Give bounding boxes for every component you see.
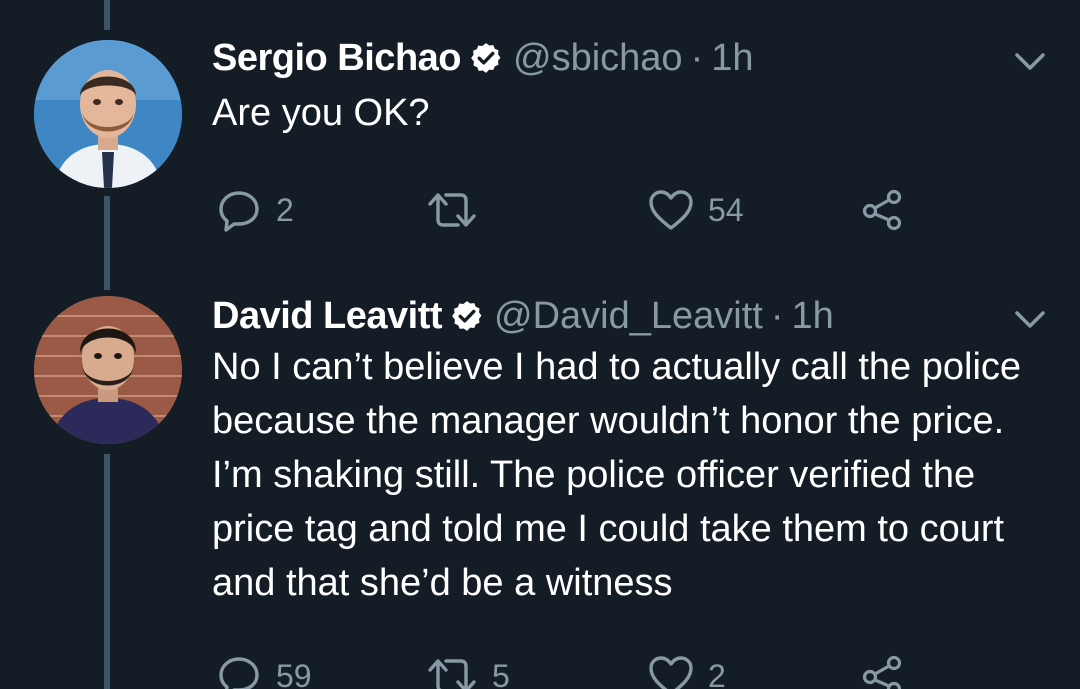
display-name[interactable]: Sergio Bichao [212, 37, 462, 80]
timeline: Sergio Bichao @sbichao · 1h Are you OK? … [0, 0, 1080, 689]
retweet-count: 5 [492, 657, 510, 689]
tweet-text: Are you OK? [212, 92, 430, 134]
like-count: 2 [708, 657, 726, 689]
chevron-down-icon[interactable] [1014, 52, 1046, 72]
like-button[interactable]: 2 [648, 652, 726, 689]
user-handle[interactable]: @David_Leavitt [494, 295, 763, 338]
heart-icon [649, 656, 693, 689]
verified-badge-icon [469, 41, 503, 75]
share-button[interactable] [860, 652, 906, 689]
like-count: 54 [708, 191, 744, 228]
reply-button[interactable]: 2 [216, 186, 294, 234]
reply-button[interactable]: 59 [216, 652, 312, 689]
verified-badge-icon [450, 299, 484, 333]
timestamp[interactable]: 1h [711, 37, 753, 80]
retweet-button[interactable]: 5 [426, 652, 510, 689]
speech-bubble-icon [219, 657, 259, 689]
user-handle[interactable]: @sbichao [513, 37, 683, 80]
reply-count: 59 [276, 657, 312, 689]
avatar[interactable] [34, 40, 182, 188]
retweet-arrows-icon [428, 193, 476, 227]
display-name[interactable]: David Leavitt [212, 295, 443, 338]
tweet-header: Sergio Bichao @sbichao · 1h [212, 36, 754, 80]
avatar[interactable] [34, 296, 182, 444]
chevron-down-icon[interactable] [1014, 310, 1046, 330]
share-nodes-icon [862, 655, 902, 689]
separator-dot: · [690, 36, 704, 79]
speech-bubble-icon [219, 191, 259, 232]
tweet[interactable]: Sergio Bichao @sbichao · 1h Are you OK? … [0, 0, 1080, 260]
tweet-header: David Leavitt @David_Leavitt · 1h [212, 294, 834, 338]
reply-count: 2 [276, 191, 294, 228]
retweet-button[interactable] [426, 186, 492, 234]
share-button[interactable] [860, 186, 906, 234]
tweet[interactable]: David Leavitt @David_Leavitt · 1h No I c… [0, 260, 1080, 689]
heart-icon [649, 190, 693, 230]
share-nodes-icon [862, 189, 902, 231]
tweet-actions: 59 5 2 [212, 652, 972, 689]
tweet-text: No I can’t believe I had to actually cal… [212, 346, 1022, 604]
tweet-actions: 2 54 [212, 186, 972, 234]
timestamp[interactable]: 1h [792, 295, 834, 338]
retweet-arrows-icon [428, 659, 476, 689]
like-button[interactable]: 54 [648, 186, 744, 234]
separator-dot: · [770, 294, 784, 337]
